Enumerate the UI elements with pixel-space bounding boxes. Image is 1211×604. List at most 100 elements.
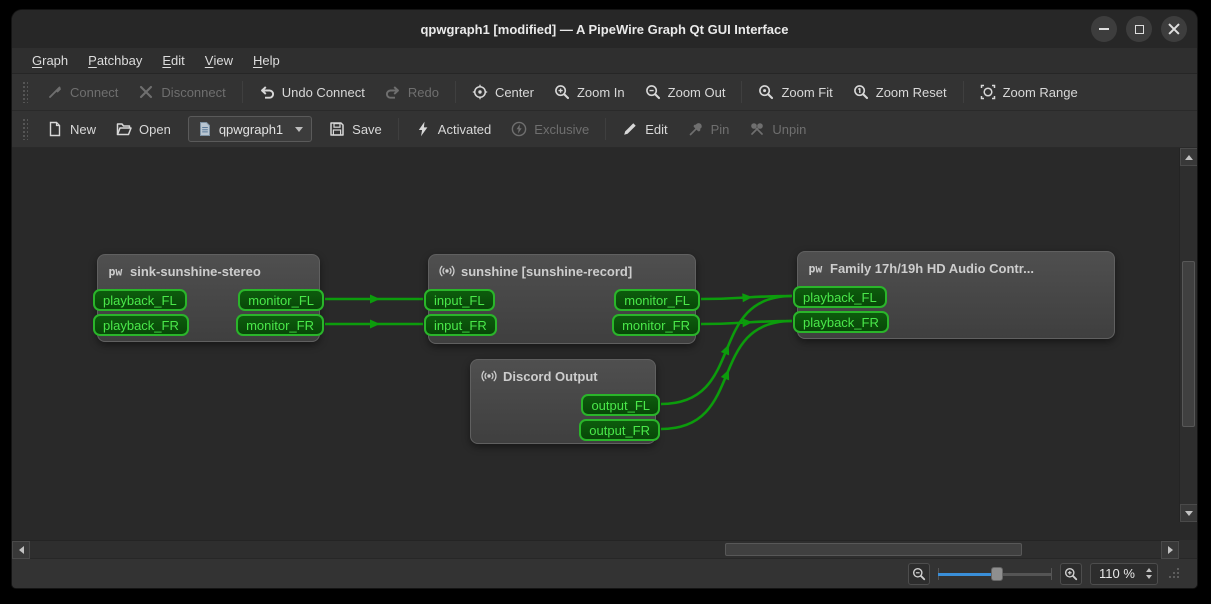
- toolbar-button-label: Edit: [645, 122, 667, 137]
- port-monitor-fr[interactable]: monitor_FR: [236, 314, 324, 336]
- port-input-fr[interactable]: input_FR: [424, 314, 497, 336]
- toolbar-button-label: Pin: [711, 122, 730, 137]
- minimize-icon: [1099, 28, 1109, 30]
- minimize-button[interactable]: [1091, 16, 1117, 42]
- toolbar-button-label: Disconnect: [161, 85, 225, 100]
- toolbar-button-label: Zoom Fit: [781, 85, 832, 100]
- port-output-fr[interactable]: output_FR: [579, 419, 660, 441]
- port-output-fl[interactable]: output_FL: [581, 394, 660, 416]
- toolbar-button-zoom-in[interactable]: Zoom In: [545, 79, 634, 105]
- connections-layer: [12, 148, 1179, 540]
- window-controls: [1091, 16, 1187, 42]
- port-monitor-fl[interactable]: monitor_FL: [238, 289, 324, 311]
- menu-patchbay[interactable]: Patchbay: [78, 48, 152, 73]
- port-monitor-fr[interactable]: monitor_FR: [612, 314, 700, 336]
- scroll-left-button[interactable]: [12, 541, 30, 559]
- slider-fill: [938, 573, 997, 576]
- toolbar-button-label: Open: [139, 122, 171, 137]
- menu-edit[interactable]: Edit: [152, 48, 194, 73]
- zoom-range-icon: [980, 84, 996, 100]
- port-input-fl[interactable]: input_FL: [424, 289, 495, 311]
- toolbar-button-label: Zoom In: [577, 85, 625, 100]
- undo-icon: [259, 84, 275, 100]
- zoom-out-icon: [645, 84, 661, 100]
- toolbar-separator: [963, 81, 964, 103]
- vertical-scrollbar-thumb[interactable]: [1182, 261, 1195, 427]
- app-window: qpwgraph1 [modified] — A PipeWire Graph …: [12, 10, 1197, 588]
- horizontal-scrollbar[interactable]: [12, 540, 1179, 558]
- port-playback-fl[interactable]: playback_FL: [793, 286, 887, 308]
- toolbar-button-edit[interactable]: Edit: [613, 116, 676, 142]
- connection-arrow-icon: [742, 293, 753, 303]
- toolbar-button-label: New: [70, 122, 96, 137]
- port-playback-fr[interactable]: playback_FR: [793, 311, 889, 333]
- graph-view: sink-sunshine-stereo playback_FL playback_…: [12, 148, 1197, 558]
- toolbar-button-save[interactable]: Save: [320, 116, 391, 142]
- slider-handle[interactable]: [991, 567, 1003, 581]
- toolbar-button-open[interactable]: Open: [107, 116, 180, 142]
- node-title: sink-sunshine-stereo: [130, 264, 261, 279]
- connection-arrow-icon: [742, 318, 753, 328]
- scroll-right-button[interactable]: [1161, 541, 1179, 559]
- zoom-in-button[interactable]: [1060, 563, 1082, 585]
- zoom-percent-spinbox[interactable]: 110 %: [1090, 563, 1158, 585]
- vertical-scrollbar[interactable]: [1179, 148, 1197, 522]
- graph-toolbar: Connect Disconnect Undo Connect Redo Center Z…: [12, 74, 1197, 111]
- toolbar-separator: [455, 81, 456, 103]
- zoom-slider[interactable]: [938, 565, 1052, 583]
- connection-arrow-icon: [370, 320, 380, 329]
- save-icon: [329, 121, 345, 137]
- stream-icon: [439, 263, 455, 279]
- toolbar-button-label: Center: [495, 85, 534, 100]
- zoom-in-icon: [1064, 567, 1078, 581]
- node-title-sink-sunshine-stereo: sink-sunshine-stereo: [98, 255, 319, 279]
- menu-graph[interactable]: Graph: [22, 48, 78, 73]
- toolbar-button-activated[interactable]: Activated: [406, 116, 500, 142]
- toolbar-button-label: Connect: [70, 85, 118, 100]
- toolbar-button-redo: Redo: [376, 79, 448, 105]
- scroll-down-button[interactable]: [1180, 504, 1197, 522]
- graph-canvas[interactable]: sink-sunshine-stereo playback_FL playback_…: [12, 148, 1179, 540]
- port-monitor-fl[interactable]: monitor_FL: [614, 289, 700, 311]
- title-bar[interactable]: qpwgraph1 [modified] — A PipeWire Graph …: [12, 10, 1197, 48]
- window-resize-grip[interactable]: [1168, 567, 1181, 580]
- toolbar-separator: [605, 118, 606, 140]
- toolbar-button-center[interactable]: Center: [463, 79, 543, 105]
- toolbar-drag-handle[interactable]: [22, 81, 28, 103]
- session-combobox[interactable]: qpwgraph1: [188, 116, 312, 142]
- pencil-icon: [622, 121, 638, 137]
- toolbar-button-disconnect: Disconnect: [129, 79, 234, 105]
- node-sink-sunshine-stereo[interactable]: sink-sunshine-stereoplayback_FLplayback_…: [97, 254, 320, 342]
- window-title: qpwgraph1 [modified] — A PipeWire Graph …: [420, 22, 788, 37]
- toolbar-drag-handle[interactable]: [22, 118, 28, 140]
- pw-icon: [808, 260, 824, 276]
- port-playback-fr[interactable]: playback_FR: [93, 314, 189, 336]
- toolbar-button-label: Save: [352, 122, 382, 137]
- zoom-out-button[interactable]: [908, 563, 930, 585]
- maximize-button[interactable]: [1126, 16, 1152, 42]
- port-playback-fl[interactable]: playback_FL: [93, 289, 187, 311]
- disconnect-icon: [138, 84, 154, 100]
- menu-help[interactable]: Help: [243, 48, 290, 73]
- horizontal-scrollbar-thumb[interactable]: [725, 543, 1022, 556]
- menu-view[interactable]: View: [195, 48, 243, 73]
- node-family-audio[interactable]: Family 17h/19h HD Audio Contr...playback…: [797, 251, 1115, 339]
- toolbar-button-zoom-reset[interactable]: Zoom Reset: [844, 79, 956, 105]
- toolbar-button-label: Zoom Reset: [876, 85, 947, 100]
- close-button[interactable]: [1161, 16, 1187, 42]
- toolbar-button-undo-connect[interactable]: Undo Connect: [250, 79, 374, 105]
- toolbar-button-label: Redo: [408, 85, 439, 100]
- scrollbar-corner: [1179, 540, 1197, 558]
- spinbox-arrows[interactable]: [1141, 568, 1157, 579]
- toolbar-button-pin: Pin: [679, 116, 739, 142]
- connection-arrow-icon: [721, 343, 733, 356]
- toolbar-button-new[interactable]: New: [38, 116, 105, 142]
- node-discord-output[interactable]: Discord Outputoutput_FLoutput_FR: [470, 359, 656, 444]
- node-title-sunshine: sunshine [sunshine-record]: [429, 255, 695, 279]
- toolbar-button-zoom-fit[interactable]: Zoom Fit: [749, 79, 841, 105]
- scroll-up-button[interactable]: [1180, 148, 1197, 166]
- unpin-icon: [749, 121, 765, 137]
- node-sunshine[interactable]: sunshine [sunshine-record]input_FLinput_…: [428, 254, 696, 344]
- toolbar-button-zoom-range[interactable]: Zoom Range: [971, 79, 1087, 105]
- toolbar-button-zoom-out[interactable]: Zoom Out: [636, 79, 735, 105]
